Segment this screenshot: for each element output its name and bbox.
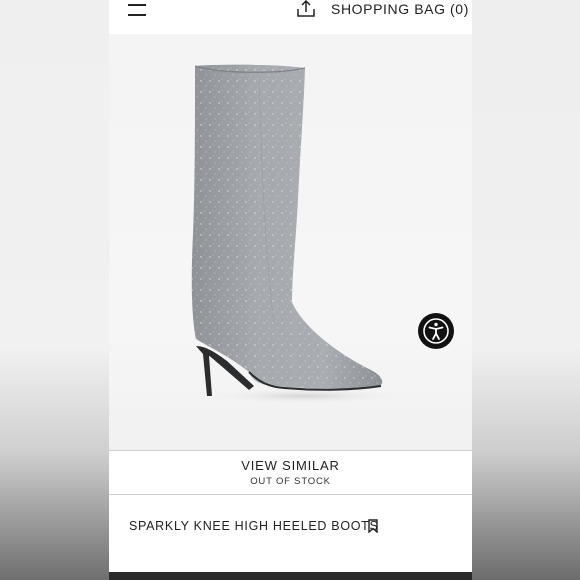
product-info: SPARKLY KNEE HIGH HEELED BOOTS (109, 495, 472, 565)
product-name: SPARKLY KNEE HIGH HEELED BOOTS (129, 519, 379, 533)
accessibility-button[interactable] (418, 313, 454, 349)
product-image-area (109, 34, 472, 450)
boot-image (191, 64, 409, 404)
view-similar-label: VIEW SIMILAR (241, 458, 340, 473)
bookmark-icon[interactable] (367, 519, 379, 533)
share-upload-icon[interactable] (296, 0, 316, 18)
shopping-bag-link[interactable]: SHOPPING BAG (0) (331, 1, 469, 17)
top-header: SHOPPING BAG (0) (109, 0, 472, 34)
menu-icon[interactable] (128, 2, 146, 16)
view-similar-button[interactable]: VIEW SIMILAR OUT OF STOCK (109, 451, 472, 494)
stock-status: OUT OF STOCK (250, 476, 331, 487)
blurred-background-right (472, 0, 580, 580)
bottom-bar (109, 572, 472, 580)
blurred-background-left (0, 0, 109, 580)
product-page: SHOPPING BAG (0) VIEW SIMILAR OUT OF STO… (109, 0, 472, 580)
accessibility-icon (423, 318, 449, 344)
